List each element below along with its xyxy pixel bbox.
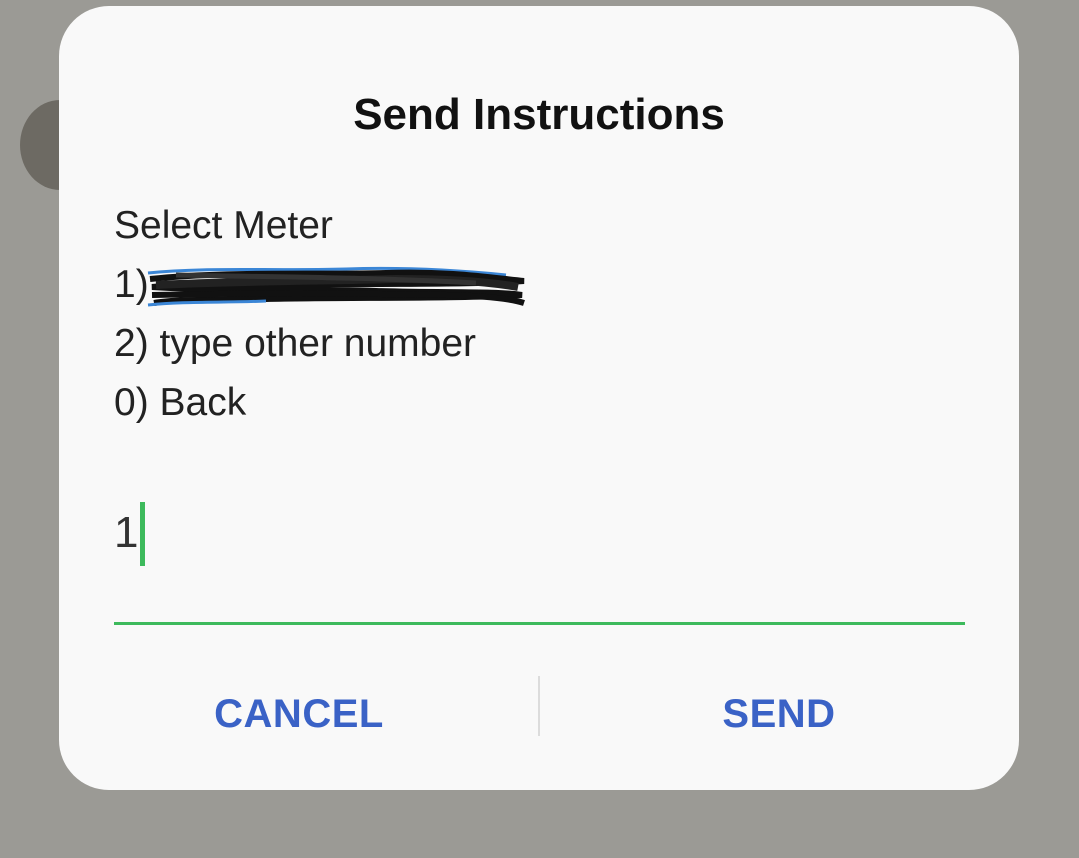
text-cursor [140, 502, 145, 566]
redaction-scribble [147, 266, 525, 307]
send-instructions-dialog: Send Instructions Select Meter 1) 2) typ… [59, 6, 1019, 790]
reply-input-value[interactable]: 1 [114, 508, 138, 558]
option-1-label: 1) [114, 263, 149, 306]
dialog-title: Send Instructions [353, 90, 725, 139]
dialog-message: Select Meter 1) 2) type other number 0) … [114, 196, 525, 432]
cancel-button[interactable]: CANCEL [59, 686, 539, 742]
reply-input[interactable]: 1 [114, 486, 965, 625]
message-line-option-2: 2) type other number [114, 322, 477, 365]
message-line-option-0: 0) Back [114, 381, 247, 424]
send-button[interactable]: SEND [539, 686, 1019, 742]
message-line-option-1: 1) [114, 255, 525, 314]
message-line-select-meter: Select Meter [114, 204, 333, 247]
